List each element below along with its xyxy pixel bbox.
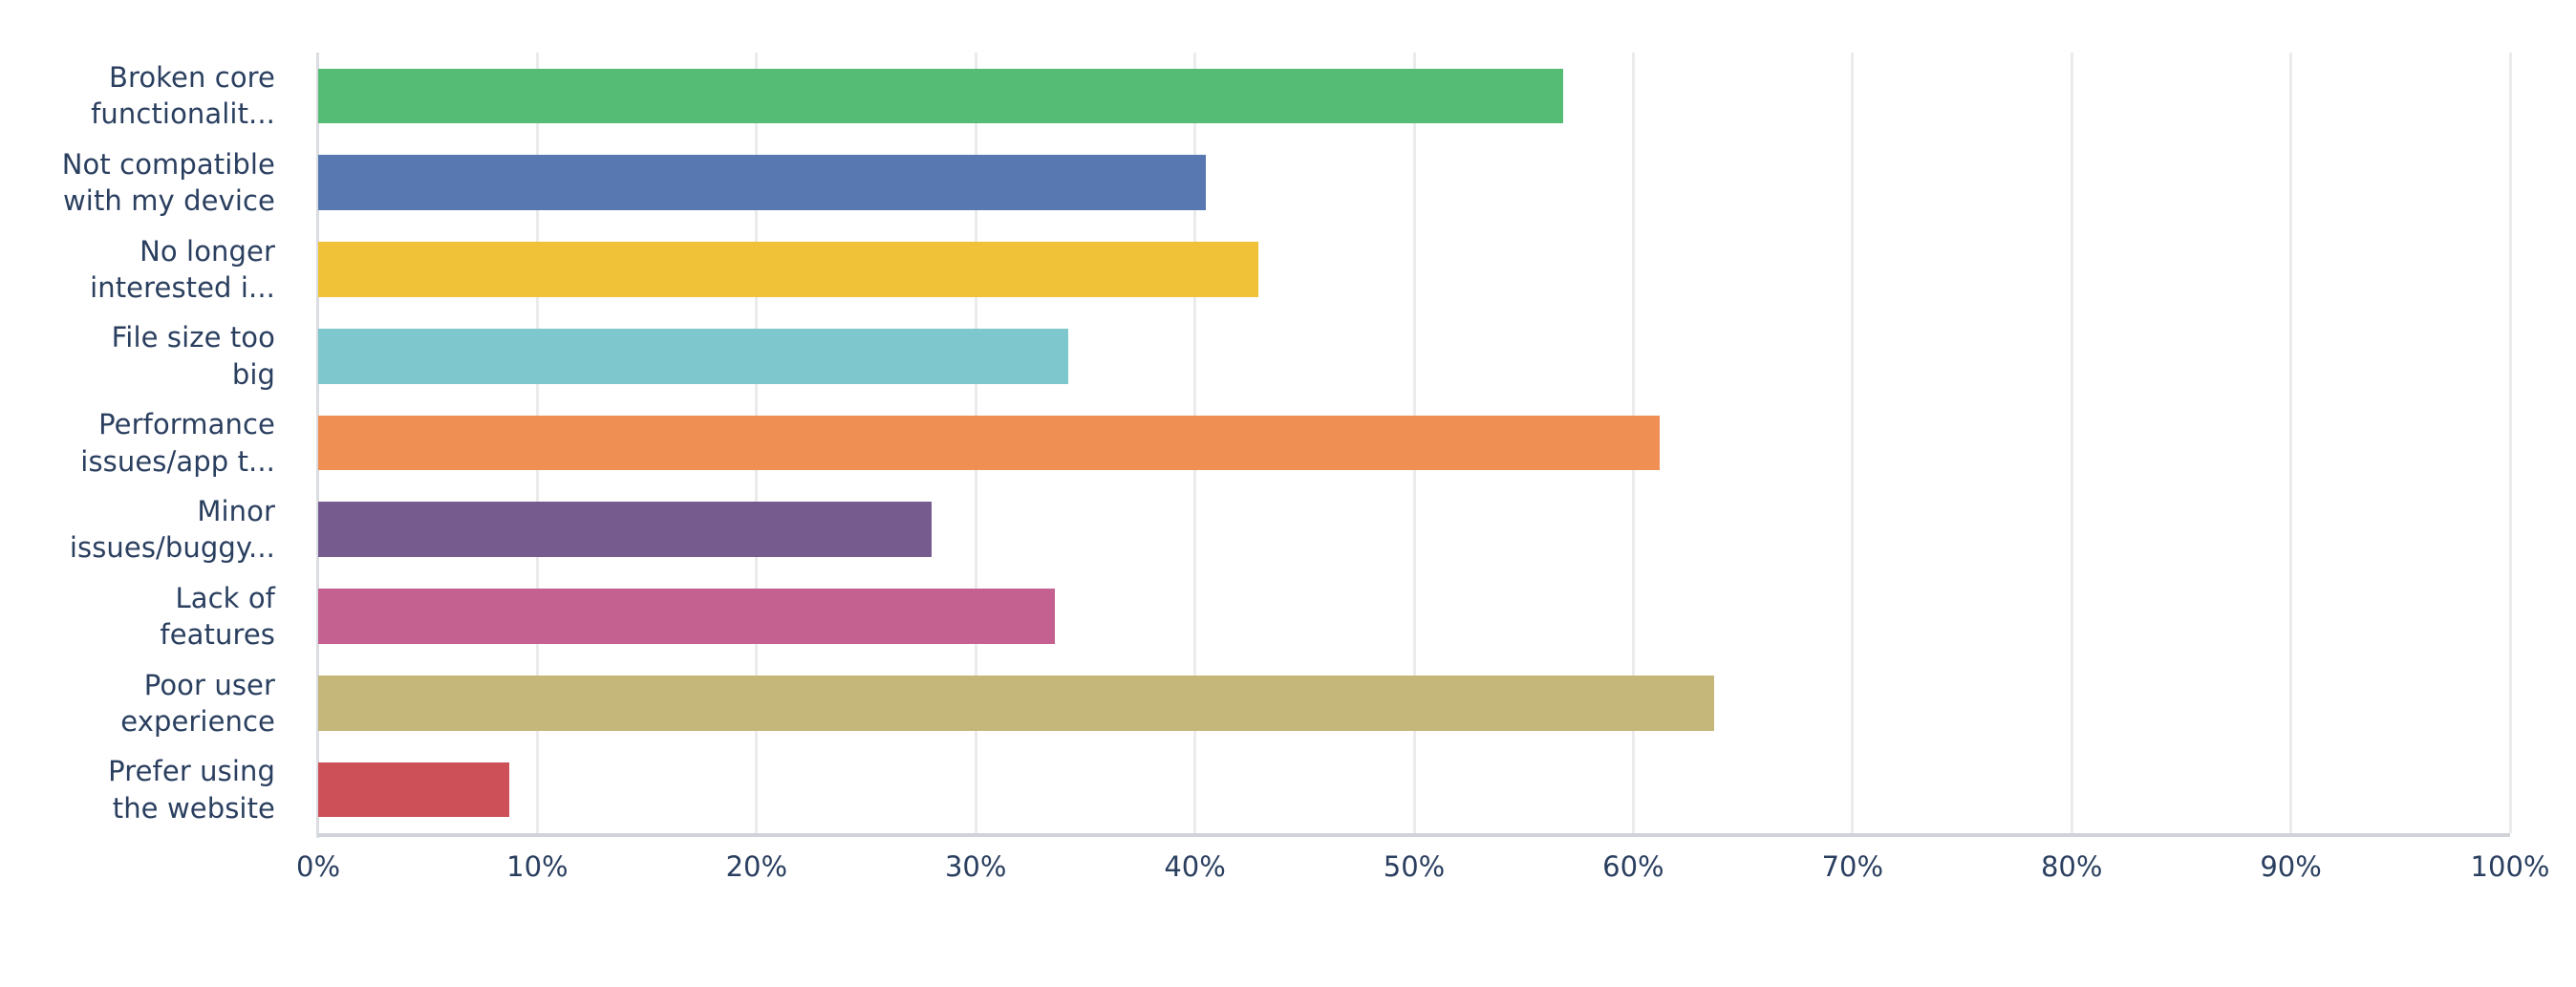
bars-layer — [318, 53, 2510, 833]
y-axis-tick-label: Prefer using the website — [108, 755, 275, 825]
y-axis-tick-label: No longer interested i... — [90, 234, 275, 304]
y-axis-tick-label: Broken core functionalit... — [91, 61, 275, 131]
y-axis-tick-label: Lack of features — [160, 581, 275, 652]
x-axis-tick-labels: 0% 10% 20% 30% 40% 50% 60% 70% 80% 90% 100% — [296, 850, 2549, 898]
bar-poor-user-experience[interactable] — [318, 676, 1715, 731]
y-axis-tick-label: Performance issues/app t... — [80, 408, 275, 478]
bar-not-compatible-with-my-device[interactable] — [318, 155, 1207, 210]
bar-row — [318, 399, 2510, 486]
x-axis-tick-label: 30% — [944, 850, 1007, 883]
bar-row — [318, 312, 2510, 399]
bar-file-size-too-big[interactable] — [318, 328, 1068, 384]
bar-performance-issues[interactable] — [318, 415, 1660, 471]
plot-wrapper: Broken core functionalit... Not compatib… — [0, 0, 2576, 987]
bar-row — [318, 486, 2510, 573]
x-axis-tick-label: 40% — [1164, 850, 1226, 883]
x-axis-tick-label: 90% — [2260, 850, 2322, 883]
bar-row — [318, 746, 2510, 833]
bar-chart: Broken core functionalit... Not compatib… — [0, 0, 2576, 987]
x-axis-tick-label: 100% — [2470, 850, 2550, 883]
bar-row — [318, 573, 2510, 660]
x-axis-tick-label: 50% — [1383, 850, 1446, 883]
y-axis-tick-label: Not compatible with my device — [61, 147, 275, 218]
x-axis-line — [318, 833, 2510, 837]
bar-prefer-using-the-website[interactable] — [318, 762, 509, 818]
x-axis-tick-label: 60% — [1602, 850, 1664, 883]
bar-no-longer-interested[interactable] — [318, 242, 1259, 297]
bar-broken-core-functionality[interactable] — [318, 68, 1563, 124]
bar-row — [318, 53, 2510, 139]
y-axis-tick-label: File size too big — [111, 321, 275, 391]
x-axis-tick-label: 20% — [725, 850, 788, 883]
x-axis-tick-label: 10% — [506, 850, 569, 883]
y-axis-category-labels: Broken core functionalit... Not compatib… — [0, 53, 296, 833]
y-axis-tick-label: Poor user experience — [120, 668, 275, 738]
x-axis-tick-label: 0% — [295, 850, 341, 883]
bar-row — [318, 226, 2510, 313]
bar-row — [318, 139, 2510, 226]
y-axis-tick-label: Minor issues/buggy... — [69, 495, 275, 565]
bar-minor-issues-buggy[interactable] — [318, 502, 933, 558]
plot-area — [318, 53, 2512, 833]
x-axis-tick-label: 80% — [2040, 850, 2103, 883]
bar-lack-of-features[interactable] — [318, 589, 1055, 644]
x-axis-tick-label: 70% — [1821, 850, 1884, 883]
bar-row — [318, 659, 2510, 746]
